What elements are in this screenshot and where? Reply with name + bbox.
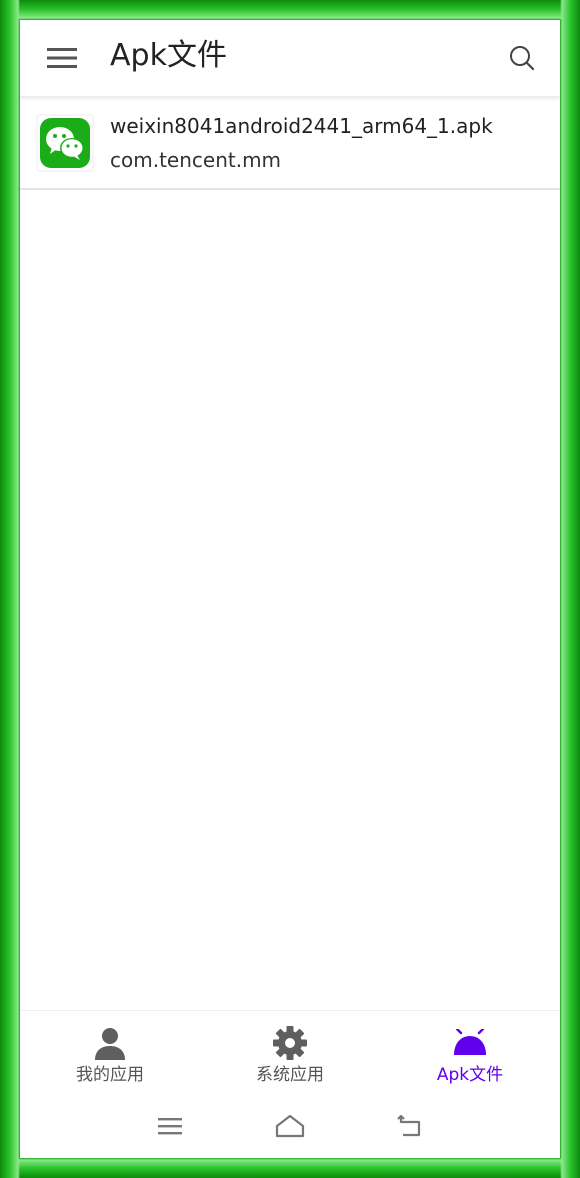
system-navigation-bar (20, 1096, 560, 1158)
hamburger-menu-icon (47, 48, 77, 68)
tab-apk-files[interactable]: Apk文件 (380, 1011, 560, 1097)
tab-system-apps-label: 系统应用 (256, 1065, 324, 1085)
search-button[interactable] (502, 38, 542, 78)
apk-file-name: weixin8041android2441_arm64_1.apk (110, 114, 493, 138)
search-icon (510, 46, 535, 71)
menu-button[interactable] (42, 40, 82, 76)
app-screen: Apk文件 weixin8041android2441_arm64_1.apk … (20, 20, 560, 1158)
android-icon (450, 1025, 490, 1061)
tab-my-apps[interactable]: 我的应用 (20, 1011, 200, 1097)
device-frame: Apk文件 weixin8041android2441_arm64_1.apk … (0, 0, 580, 1178)
list-item[interactable]: weixin8041android2441_arm64_1.apk com.te… (20, 98, 560, 190)
recent-apps-icon (158, 1118, 182, 1135)
tab-apk-files-label: Apk文件 (436, 1065, 504, 1085)
home-button[interactable] (270, 1110, 310, 1142)
apk-package-name: com.tencent.mm (110, 148, 282, 172)
tab-system-apps[interactable]: 系统应用 (200, 1011, 380, 1097)
home-icon (275, 1114, 305, 1138)
page-title: Apk文件 (110, 38, 227, 73)
wechat-app-icon (36, 114, 94, 172)
app-bar: Apk文件 (20, 20, 560, 97)
apk-list: weixin8041android2441_arm64_1.apk com.te… (20, 98, 560, 190)
recent-apps-button[interactable] (150, 1110, 190, 1142)
person-icon (90, 1025, 130, 1061)
tab-my-apps-label: 我的应用 (76, 1065, 144, 1085)
back-button[interactable] (390, 1110, 430, 1142)
back-icon (397, 1114, 421, 1137)
bottom-navigation: 我的应用 系统应用 Apk文件 (20, 1010, 560, 1097)
gear-icon (270, 1025, 310, 1061)
